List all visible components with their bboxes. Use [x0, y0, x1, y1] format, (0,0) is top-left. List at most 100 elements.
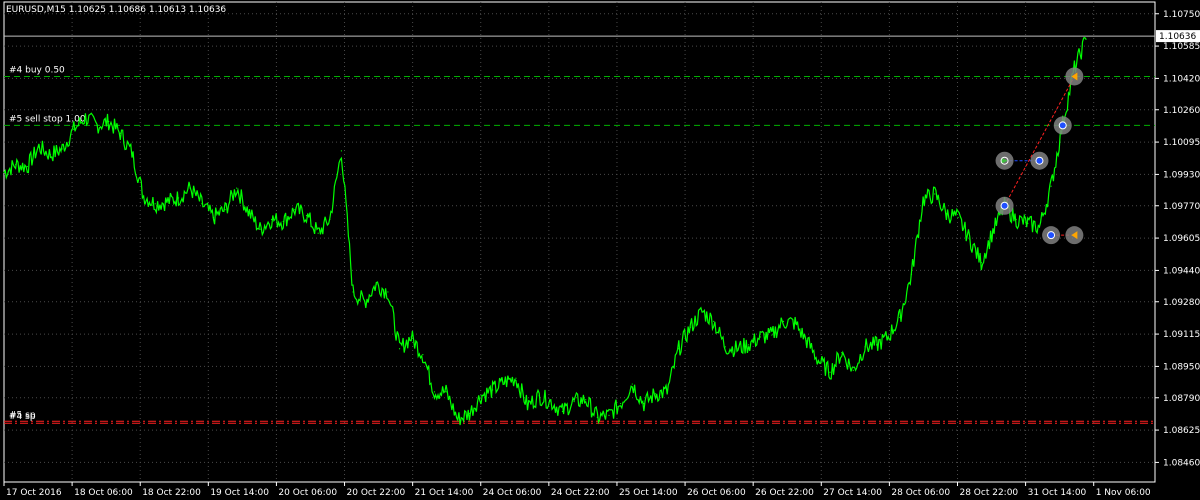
close-marker-icon [1035, 156, 1044, 165]
x-tick-label: 26 Oct 06:00 [687, 488, 746, 498]
y-tick-label: 1.09930 [1163, 170, 1200, 180]
data-point [631, 383, 633, 385]
buy-arrow-icon [1000, 201, 1009, 210]
data-point [724, 346, 726, 348]
buy-arrow-icon [1058, 121, 1067, 130]
x-tick-label: 25 Oct 14:00 [619, 488, 678, 498]
data-point [573, 401, 575, 403]
close-marker-icon [1047, 231, 1056, 240]
x-tick-label: 31 Oct 14:00 [1028, 488, 1087, 498]
data-point [678, 348, 680, 350]
data-point [166, 201, 168, 203]
data-point [945, 212, 947, 215]
price-series [3, 37, 1087, 426]
data-point [829, 371, 831, 373]
data-point [748, 344, 750, 346]
data-point [526, 404, 529, 407]
data-point [143, 195, 145, 197]
data-point [340, 150, 342, 152]
current-price-label: 1.10636 [1159, 32, 1196, 42]
data-point [96, 124, 98, 127]
y-tick-label: 1.08460 [1163, 458, 1200, 468]
x-tick-label: 17 Oct 2016 [6, 488, 62, 498]
data-point [620, 403, 622, 405]
data-point [375, 283, 377, 285]
data-point [3, 171, 5, 174]
y-tick-label: 1.09770 [1163, 202, 1200, 212]
data-point [1027, 222, 1029, 224]
data-point [666, 391, 668, 393]
y-tick-label: 1.08625 [1163, 426, 1200, 436]
y-tick-label: 1.10585 [1163, 42, 1200, 52]
y-tick-label: 1.10420 [1163, 74, 1200, 84]
x-tick-label: 27 Oct 14:00 [823, 488, 882, 498]
data-point [922, 199, 924, 201]
x-tick-label: 20 Oct 22:00 [347, 488, 406, 498]
x-tick-label: 18 Oct 06:00 [74, 488, 133, 498]
y-tick-label: 1.10095 [1163, 138, 1200, 148]
data-point [352, 291, 354, 293]
y-tick-label: 1.09280 [1163, 298, 1200, 308]
data-point [969, 238, 971, 240]
order-levels: #4 buy 0.50#5 sell stop 1.00#5 sp#4 sp [4, 35, 1155, 424]
data-point [305, 214, 308, 217]
chart-window[interactable]: #4 buy 0.50 #5 sell stop 1.00 #5 sp #4 sp 1… [0, 0, 1200, 500]
y-tick-label: 1.08790 [1163, 394, 1200, 404]
level-label: #4 sp [9, 412, 36, 422]
data-point [410, 336, 412, 338]
x-tick-label: 28 Oct 06:00 [891, 488, 950, 498]
data-point [992, 230, 994, 232]
data-point [84, 116, 87, 119]
data-point [26, 165, 28, 168]
data-point [852, 369, 854, 371]
price-chart[interactable]: #4 buy 0.50#5 sell stop 1.00#5 sp#4 sp 1… [0, 0, 1200, 500]
data-point [608, 414, 610, 416]
data-point [38, 146, 40, 148]
data-point [119, 132, 121, 134]
data-point [131, 152, 133, 154]
data-point [899, 316, 901, 319]
data-point [643, 403, 645, 405]
data-point [108, 120, 110, 123]
data-point [294, 209, 296, 211]
data-point [771, 334, 773, 336]
x-tick-label: 18 Oct 22:00 [142, 488, 201, 498]
data-point [457, 418, 459, 420]
x-tick-label: 20 Oct 06:00 [278, 488, 337, 498]
data-point [259, 228, 261, 230]
data-point [759, 336, 761, 338]
data-point [841, 352, 843, 354]
x-tick-label: 28 Oct 22:00 [959, 488, 1018, 498]
data-point [1085, 38, 1087, 40]
y-axis: 1.10750 1.10585 1.10420 1.10260 1.10095 1.099… [1155, 10, 1200, 468]
data-point [654, 393, 657, 395]
x-tick-label: 1 Nov 06:00 [1096, 488, 1151, 498]
trade-link [1004, 76, 1075, 206]
data-point [201, 203, 203, 205]
y-tick-label: 1.09440 [1163, 266, 1200, 276]
data-point [782, 320, 785, 322]
data-point [736, 348, 738, 350]
data-point [794, 322, 796, 324]
data-point [1050, 185, 1052, 187]
data-point [282, 220, 284, 223]
data-point [224, 209, 226, 211]
data-point [154, 203, 156, 205]
data-point [317, 232, 319, 234]
data-point [468, 412, 470, 415]
data-point [887, 336, 889, 338]
grid [3, 1, 1156, 483]
data-point [596, 416, 598, 418]
symbol-info-label: EURUSD,M15 1.10625 1.10686 1.10613 1.106… [6, 5, 226, 15]
data-point [585, 399, 587, 401]
data-point [73, 128, 75, 130]
data-point [387, 291, 389, 293]
data-point [492, 389, 494, 391]
data-point [247, 211, 249, 213]
data-point [561, 410, 564, 413]
data-point [806, 340, 808, 342]
data-point [61, 148, 63, 150]
data-point [422, 354, 424, 356]
data-point [713, 320, 715, 322]
y-tick-label: 1.09115 [1163, 330, 1200, 340]
